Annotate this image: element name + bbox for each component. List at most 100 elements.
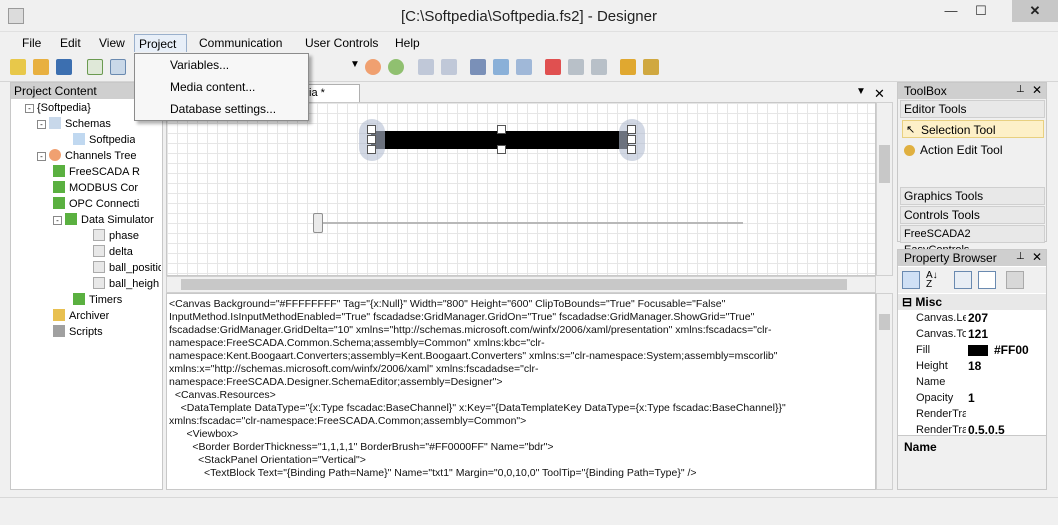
prop-row[interactable]: Height 18 <box>898 358 1046 374</box>
delete-icon[interactable] <box>545 59 561 75</box>
slider-thumb[interactable] <box>313 213 323 233</box>
xaml-line: <TextBlock Text="{Binding Path=Name}" Na… <box>169 467 697 479</box>
canvas-horizontal-scrollbar[interactable] <box>166 276 876 293</box>
property-pages-icon[interactable] <box>978 271 996 289</box>
paste-icon[interactable] <box>516 59 532 75</box>
menu-user-controls[interactable]: User Controls <box>301 34 382 52</box>
resize-handle[interactable] <box>627 145 636 154</box>
menu-communication[interactable]: Communication <box>195 34 286 52</box>
action-edit-tool[interactable]: Action Edit Tool <box>902 141 1003 159</box>
tree-modbus[interactable]: MODBUS Cor <box>53 180 138 196</box>
tree-channels[interactable]: - Channels Tree <box>37 148 137 164</box>
canvas-vertical-scrollbar[interactable] <box>876 102 893 276</box>
section-controls-tools[interactable]: Controls Tools <box>900 206 1045 224</box>
menu-database-settings[interactable]: Database settings... <box>170 100 276 118</box>
tree-timers[interactable]: Timers <box>73 292 122 308</box>
plugin-icon <box>53 197 65 209</box>
import-icon[interactable] <box>110 59 126 75</box>
zoom-dropdown-chevron-icon[interactable]: ▼ <box>350 59 360 70</box>
group-icon[interactable] <box>568 59 584 75</box>
redo-icon[interactable] <box>441 59 457 75</box>
open-folder-icon[interactable] <box>33 59 49 75</box>
send-to-back-icon[interactable] <box>643 59 659 75</box>
tab-list-chevron-icon[interactable]: ▼ <box>856 86 866 97</box>
prop-row[interactable]: RenderTra <box>898 406 1046 422</box>
resize-handle[interactable] <box>497 145 506 154</box>
pin-icon[interactable]: ⊥ <box>1016 84 1025 95</box>
save-icon[interactable] <box>56 59 72 75</box>
copy-icon[interactable] <box>493 59 509 75</box>
resize-handle[interactable] <box>367 145 376 154</box>
bring-to-front-icon[interactable] <box>620 59 636 75</box>
tree-scripts[interactable]: Scripts <box>53 324 103 340</box>
menu-media-content[interactable]: Media content... <box>170 78 255 96</box>
prop-row[interactable]: Fill #FF00 <box>898 342 1046 358</box>
prop-row[interactable]: Opacity 1 <box>898 390 1046 406</box>
xaml-vertical-scrollbar[interactable] <box>876 293 893 490</box>
new-schema-icon[interactable] <box>87 59 103 75</box>
section-easycontrols[interactable]: FreeSCADA2 EasyControls... <box>900 225 1045 256</box>
menu-help[interactable]: Help <box>391 34 424 52</box>
resize-handle[interactable] <box>627 135 636 144</box>
undo-icon[interactable] <box>418 59 434 75</box>
channel-icon <box>93 261 105 273</box>
close-panel-icon[interactable]: ✕ <box>1032 83 1042 97</box>
resize-handle[interactable] <box>367 125 376 134</box>
prop-row[interactable]: RenderTra 0.5,0.5 <box>898 422 1046 434</box>
prop-row[interactable]: Canvas.To 121 <box>898 326 1046 342</box>
tree-ball-position[interactable]: ball_positio <box>93 260 161 276</box>
toolbox-panel: ToolBox ⊥ ✕ Editor Tools ↖ Selection Too… <box>897 82 1047 256</box>
section-editor-tools[interactable]: Editor Tools <box>900 100 1045 118</box>
close-button[interactable]: ✕ <box>1012 0 1058 22</box>
tab-softpedia-schema[interactable]: ia * <box>306 84 360 102</box>
tree-freescada[interactable]: FreeSCADA R <box>53 164 140 180</box>
events-icon[interactable] <box>1006 271 1024 289</box>
scroll-thumb[interactable] <box>181 279 847 290</box>
tree-ball-height[interactable]: ball_heigh <box>93 276 161 292</box>
new-icon[interactable] <box>10 59 26 75</box>
category-misc[interactable]: ⊟ Misc <box>898 294 1046 310</box>
collapse-icon[interactable]: ⊟ <box>902 295 915 309</box>
collapse-icon[interactable]: - <box>53 216 62 225</box>
ungroup-icon[interactable] <box>591 59 607 75</box>
prop-row[interactable]: Name <box>898 374 1046 390</box>
tree-delta[interactable]: delta <box>93 244 133 260</box>
tree-opc[interactable]: OPC Connecti <box>53 196 139 212</box>
minimize-button[interactable]: — <box>936 0 966 22</box>
tree-root[interactable]: - {Softpedia} <box>25 100 91 116</box>
zoom-out-icon[interactable] <box>365 59 381 75</box>
prop-row[interactable]: Canvas.Le 207 <box>898 310 1046 326</box>
tree-schemas[interactable]: - Schemas <box>37 116 111 132</box>
close-panel-icon[interactable]: ✕ <box>1032 250 1042 264</box>
tree-schema-softpedia[interactable]: Softpedia <box>73 132 135 148</box>
tree-data-simulator[interactable]: - Data Simulator <box>53 212 154 228</box>
maximize-button[interactable]: ☐ <box>966 0 996 22</box>
resize-handle[interactable] <box>627 125 636 134</box>
close-document-icon[interactable]: ✕ <box>874 86 885 102</box>
collapse-icon[interactable]: - <box>37 120 46 129</box>
selection-tool[interactable]: ↖ Selection Tool <box>902 120 1044 138</box>
collapse-icon[interactable]: - <box>25 104 34 113</box>
sort-alphabetical-icon[interactable]: A↓ Z <box>926 271 944 290</box>
xaml-line: InputMethod.IsInputMethodEnabled="True" … <box>169 311 755 323</box>
schema-canvas[interactable] <box>166 102 876 276</box>
pin-icon[interactable]: ⊥ <box>1016 251 1025 262</box>
section-graphics-tools[interactable]: Graphics Tools <box>900 187 1045 205</box>
menu-view[interactable]: View <box>95 34 129 52</box>
resize-handle[interactable] <box>367 135 376 144</box>
menu-file[interactable]: File <box>18 34 45 52</box>
menu-variables[interactable]: Variables... <box>170 56 229 74</box>
xaml-editor[interactable]: <Canvas Background="#FFFFFFFF" Tag="{x:N… <box>166 293 876 490</box>
scroll-thumb[interactable] <box>879 145 890 183</box>
collapse-icon[interactable]: - <box>37 152 46 161</box>
menu-edit[interactable]: Edit <box>56 34 85 52</box>
tree-phase[interactable]: phase <box>93 228 139 244</box>
scroll-thumb[interactable] <box>879 314 890 330</box>
resize-handle[interactable] <box>497 125 506 134</box>
properties-icon[interactable] <box>954 271 972 289</box>
cut-icon[interactable] <box>470 59 486 75</box>
categorized-icon[interactable] <box>902 271 920 289</box>
tree-archiver[interactable]: Archiver <box>53 308 109 324</box>
menu-project[interactable]: Project <box>134 34 187 52</box>
zoom-in-icon[interactable] <box>388 59 404 75</box>
